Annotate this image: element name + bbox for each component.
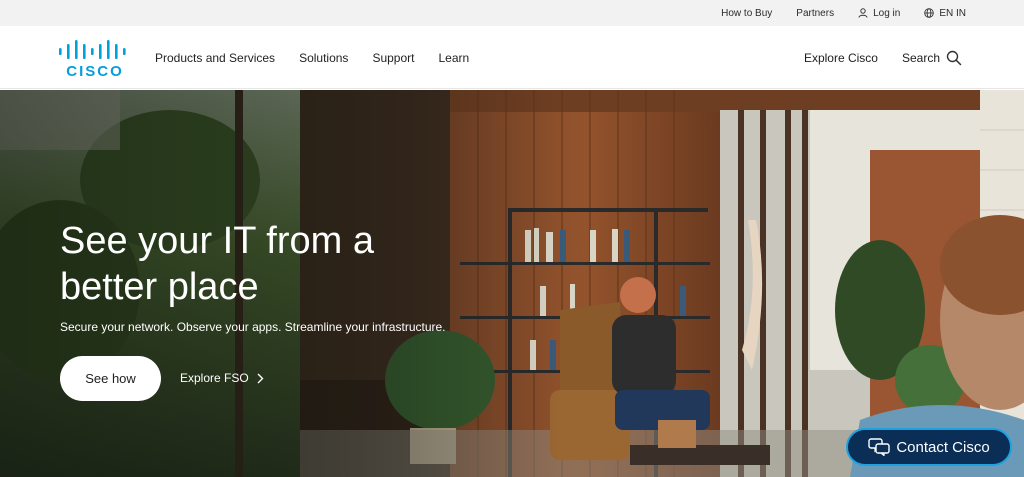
- primary-nav: Products and Services Solutions Support …: [155, 26, 493, 89]
- nav-learn[interactable]: Learn: [438, 51, 469, 65]
- globe-icon: [924, 8, 935, 18]
- chevron-right-icon: [257, 373, 264, 383]
- login-link[interactable]: Log in: [858, 8, 900, 19]
- explore-fso-link[interactable]: Explore FSO: [180, 371, 264, 385]
- language-selector[interactable]: EN IN: [924, 8, 966, 19]
- explore-fso-label: Explore FSO: [180, 371, 249, 385]
- utility-bar: How to Buy Partners Log in EN IN: [0, 0, 1024, 26]
- language-label: EN IN: [939, 7, 966, 19]
- cisco-logo-icon: CISCO: [59, 40, 126, 80]
- cisco-logo[interactable]: CISCO: [58, 38, 132, 80]
- logo-wordmark: CISCO: [66, 63, 124, 78]
- user-icon: [858, 8, 868, 18]
- nav-support[interactable]: Support: [372, 51, 414, 65]
- hero-subtitle: Secure your network. Observe your apps. …: [60, 320, 446, 334]
- search-icon: [946, 50, 962, 65]
- partners-label: Partners: [796, 7, 835, 19]
- see-how-button[interactable]: See how: [60, 356, 161, 401]
- partners-link[interactable]: Partners: [796, 8, 834, 19]
- hero-title: See your IT from a better place: [60, 220, 374, 308]
- main-nav: CISCO Products and Services Solutions Su…: [0, 26, 1024, 89]
- contact-cisco-label: Contact Cisco: [896, 438, 990, 456]
- contact-cisco-button[interactable]: Contact Cisco: [846, 428, 1012, 466]
- search-button[interactable]: Search: [902, 50, 962, 66]
- nav-solutions[interactable]: Solutions: [299, 51, 348, 65]
- nav-right: Explore Cisco Search: [804, 26, 962, 89]
- explore-cisco-link[interactable]: Explore Cisco: [804, 51, 878, 65]
- chat-icon: [868, 438, 891, 456]
- how-to-buy-link[interactable]: How to Buy: [721, 8, 772, 19]
- login-label: Log in: [873, 7, 901, 19]
- hero-banner: See your IT from a better place Secure y…: [0, 90, 1024, 477]
- search-label: Search: [901, 50, 940, 65]
- how-to-buy-label: How to Buy: [721, 7, 773, 19]
- nav-products-and-services[interactable]: Products and Services: [155, 51, 275, 65]
